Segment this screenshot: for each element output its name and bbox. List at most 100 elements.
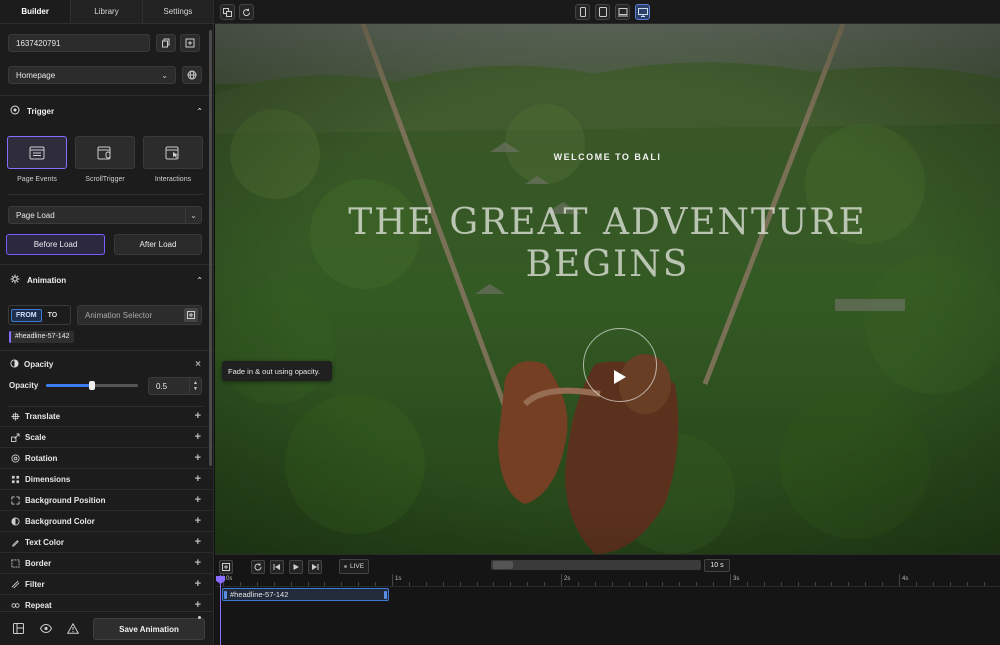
selector-tag[interactable]: #headline-57-142: [9, 331, 74, 343]
event-select[interactable]: Page Load ⌄: [8, 206, 202, 224]
hero-headline-line-1: THE GREAT ADVENTURE: [348, 202, 867, 243]
scrolltrigger-card[interactable]: [75, 136, 135, 169]
add-property-icon[interactable]: +: [195, 557, 201, 569]
opacity-value-input[interactable]: 0.5 ▲ ▼: [148, 377, 202, 395]
ruler-tick: [459, 582, 461, 586]
timeline-zoom-scrollbar[interactable]: [491, 560, 701, 570]
track-start-handle[interactable]: [224, 591, 227, 599]
selector-pick-icon[interactable]: [184, 308, 198, 322]
track-end-handle[interactable]: [384, 591, 387, 599]
property-filter[interactable]: Filter +: [0, 574, 213, 595]
ruler-tick: [408, 582, 410, 586]
warning-icon[interactable]: [66, 622, 80, 636]
scroll-icon: [97, 146, 111, 159]
property-label: Background Position: [25, 495, 106, 505]
hero-jungle-swing-image: [215, 24, 1000, 554]
ruler-tick: [882, 582, 884, 586]
before-load-button[interactable]: Before Load: [6, 234, 105, 255]
property-rotation[interactable]: Rotation +: [0, 448, 213, 469]
timeline-track-bar[interactable]: #headline-57-142: [222, 588, 389, 601]
playhead-line[interactable]: [220, 575, 221, 645]
animation-section-header[interactable]: Animation ⌃: [0, 265, 213, 295]
chevron-down-icon: ⌄: [161, 70, 168, 80]
stepper-icon[interactable]: ▲ ▼: [189, 378, 201, 394]
eye-icon[interactable]: [39, 623, 53, 635]
property-label: Dimensions: [25, 474, 71, 484]
layers-icon[interactable]: [220, 4, 235, 20]
mobile-view-icon[interactable]: [575, 4, 590, 20]
property-text-color[interactable]: Text Color +: [0, 532, 213, 553]
interactions-card[interactable]: [143, 136, 203, 169]
ruler-tick: [375, 582, 377, 586]
ruler-tick: [256, 582, 258, 586]
property-border[interactable]: Border +: [0, 553, 213, 574]
add-property-icon[interactable]: +: [195, 431, 201, 443]
globe-icon[interactable]: [182, 66, 202, 84]
ruler-tick: [594, 582, 596, 586]
skip-back-icon[interactable]: [270, 560, 284, 574]
add-property-icon[interactable]: +: [195, 473, 201, 485]
tab-settings[interactable]: Settings: [142, 0, 213, 23]
play-icon: [614, 370, 626, 384]
desktop-view-icon[interactable]: [635, 4, 650, 20]
duration-input[interactable]: 10 s: [704, 559, 730, 572]
close-icon[interactable]: ×: [195, 359, 201, 370]
ruler-tick: [273, 582, 275, 586]
zoom-scroll-handle[interactable]: [493, 561, 513, 569]
add-property-icon[interactable]: +: [195, 515, 201, 527]
property-label: Background Color: [25, 516, 95, 526]
opacity-tooltip: Fade in & out using opacity.: [222, 361, 332, 381]
property-dimensions[interactable]: Dimensions +: [0, 469, 213, 490]
tab-builder[interactable]: Builder: [0, 0, 72, 23]
property-translate[interactable]: Translate +: [0, 406, 213, 427]
timeline-ruler[interactable]: 0s 1s 2s 3s 4s: [215, 574, 1000, 587]
add-property-icon[interactable]: +: [195, 536, 201, 548]
from-button[interactable]: FROM: [11, 308, 42, 322]
loop-icon[interactable]: [251, 560, 265, 574]
copy-icon[interactable]: [156, 34, 176, 52]
sidebar-scrollbar[interactable]: [209, 30, 212, 466]
target-icon: [10, 105, 20, 117]
ruler-tick: [324, 582, 326, 586]
animation-selector-input[interactable]: Animation Selector: [77, 305, 202, 325]
ruler-tick: [239, 582, 241, 586]
tab-library[interactable]: Library: [71, 0, 143, 23]
ruler-tick: [662, 582, 664, 586]
laptop-view-icon[interactable]: [615, 4, 630, 20]
property-scale[interactable]: Scale +: [0, 427, 213, 448]
tablet-view-icon[interactable]: [595, 4, 610, 20]
add-new-icon[interactable]: [180, 34, 200, 52]
timeline-play-icon[interactable]: [289, 560, 303, 574]
ruler-tick-label: 4s: [902, 576, 909, 582]
add-property-icon[interactable]: +: [195, 599, 201, 611]
top-toolbar: [214, 0, 1000, 24]
layout-icon[interactable]: [13, 623, 24, 636]
add-property-icon[interactable]: +: [195, 494, 201, 506]
page-select[interactable]: Homepage ⌄: [8, 66, 176, 84]
after-load-button[interactable]: After Load: [114, 234, 202, 255]
preview-canvas[interactable]: WELCOME TO BALI THE GREAT ADVENTURE BEGI…: [215, 24, 1000, 554]
save-animation-button[interactable]: Save Animation: [93, 618, 205, 640]
ruler-tick: [899, 574, 900, 586]
add-property-icon[interactable]: +: [195, 452, 201, 464]
ruler-tick: [307, 582, 309, 586]
skip-forward-icon[interactable]: [308, 560, 322, 574]
opacity-slider-handle[interactable]: [89, 381, 95, 390]
add-property-icon[interactable]: +: [195, 578, 201, 590]
ruler-tick: [679, 582, 681, 586]
to-button[interactable]: TO: [48, 312, 58, 319]
animation-id-field[interactable]: 1637420791: [8, 34, 150, 52]
add-track-icon[interactable]: [219, 560, 233, 574]
border-icon: [10, 558, 20, 568]
property-background-color[interactable]: Background Color +: [0, 511, 213, 532]
live-toggle[interactable]: LIVE: [339, 559, 369, 574]
refresh-icon[interactable]: [239, 4, 254, 20]
sidebar: Builder Library Settings 1637420791 Home…: [0, 0, 214, 645]
page-events-card[interactable]: [7, 136, 67, 169]
play-button[interactable]: [595, 352, 645, 402]
trigger-section-header[interactable]: Trigger ⌃: [0, 96, 213, 126]
ruler-tick: [358, 582, 360, 586]
property-background-position[interactable]: Background Position +: [0, 490, 213, 511]
add-property-icon[interactable]: +: [195, 410, 201, 422]
opacity-slider[interactable]: [46, 381, 138, 390]
